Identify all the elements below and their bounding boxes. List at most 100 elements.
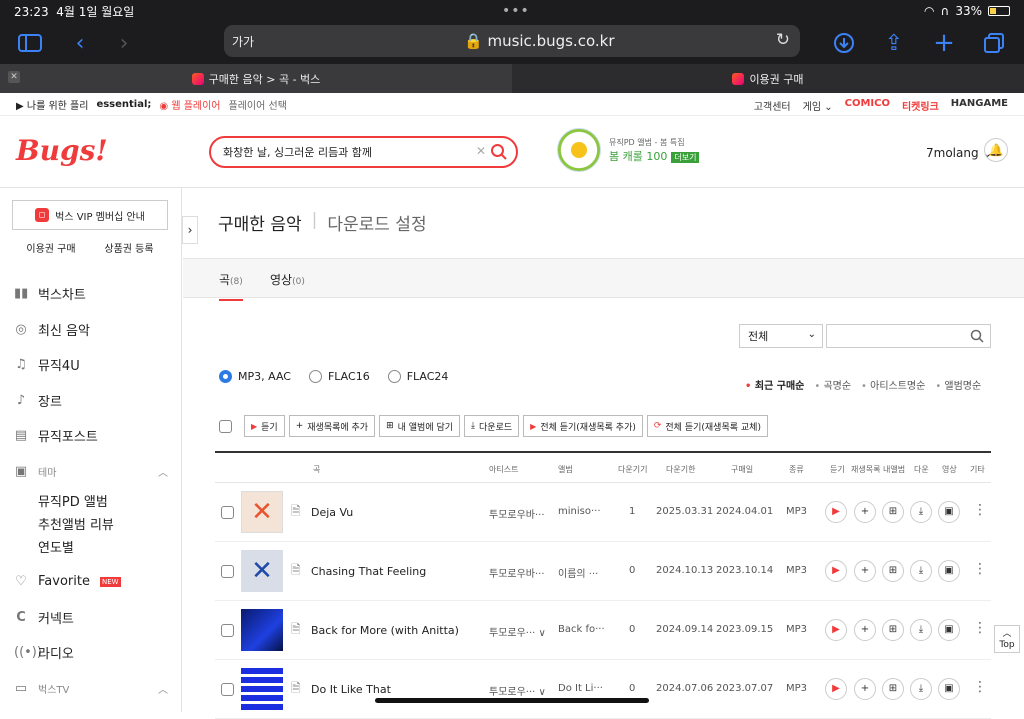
tab-videos[interactable]: 영상(0): [270, 271, 305, 288]
bell-icon[interactable]: 🔔: [984, 138, 1008, 162]
row-add-playlist-icon[interactable]: +: [854, 560, 876, 582]
game-menu[interactable]: 게임 ⌄: [803, 98, 833, 113]
table-row[interactable]: 🗎 Do It Like That 투모로우··· ∨ Do It Li··· …: [215, 660, 991, 719]
row-checkbox[interactable]: [221, 565, 234, 578]
add-to-my-album-button[interactable]: ⊞ 내 앨범에 담기: [379, 415, 461, 437]
more-options-icon[interactable]: ⋮: [973, 502, 987, 518]
more-options-icon[interactable]: ⋮: [973, 679, 987, 695]
sidebar-theme-by-year[interactable]: 연도별: [0, 535, 182, 558]
comico-link[interactable]: COMICO: [845, 98, 890, 113]
row-checkbox[interactable]: [221, 624, 234, 637]
song-title[interactable]: Back for More (with Anitta): [311, 624, 459, 637]
chevron-up-icon[interactable]: ︿: [158, 681, 168, 696]
sidebar-section-bugstv[interactable]: ▭ 벅스TV ︿: [0, 671, 182, 707]
sidebar-item-genre[interactable]: ♪ 장르: [0, 383, 182, 419]
tab-songs[interactable]: 곡(8): [219, 271, 243, 301]
sidebar-item-music4u[interactable]: ♫ 뮤직4U: [0, 347, 182, 383]
address-bar[interactable]: 가가 🔒 music.bugs.co.kr ↻: [224, 25, 800, 57]
lyrics-icon[interactable]: 🗎: [291, 502, 301, 523]
song-title[interactable]: Chasing That Feeling: [311, 565, 426, 578]
scroll-top-button[interactable]: ︿ Top: [994, 625, 1020, 653]
row-video-icon[interactable]: ▣: [938, 501, 960, 523]
search-box[interactable]: 화창한 날, 싱그러운 리듬과 함께 ✕: [209, 136, 518, 168]
row-download-icon[interactable]: ⤓: [910, 619, 932, 641]
sort-artist[interactable]: 아티스트명순: [861, 377, 925, 392]
lyrics-icon[interactable]: 🗎: [291, 561, 301, 582]
table-row[interactable]: 🗎 Back for More (with Anitta) 투모로우··· ∨ …: [215, 601, 991, 660]
home-indicator[interactable]: [375, 698, 649, 703]
gift-card-link[interactable]: 상품권 등록: [104, 240, 153, 255]
filter-search-input[interactable]: [826, 324, 991, 348]
tab-purchased-music[interactable]: ✕ 구매한 음악 > 곡 - 벅스: [0, 64, 512, 93]
chevron-up-icon[interactable]: ︿: [158, 464, 168, 479]
song-album[interactable]: 이름의 ···: [558, 565, 598, 580]
clear-icon[interactable]: ✕: [476, 144, 486, 158]
row-add-album-icon[interactable]: ⊞: [882, 501, 904, 523]
row-add-playlist-icon[interactable]: +: [854, 619, 876, 641]
sidebar-item-chart[interactable]: ▮▮ 벅스차트: [0, 276, 182, 312]
song-artist[interactable]: 투모로우··· ∨: [489, 624, 546, 639]
lyrics-icon[interactable]: 🗎: [291, 620, 301, 641]
song-album[interactable]: miniso···: [558, 506, 601, 517]
reload-icon[interactable]: ↻: [776, 30, 790, 50]
table-row[interactable]: ✕ 🗎 Chasing That Feeling 투모로우바··· 이름의 ··…: [215, 542, 991, 601]
row-play-icon[interactable]: ▶: [825, 619, 847, 641]
song-artist[interactable]: 투모로우바···: [489, 565, 545, 580]
row-add-album-icon[interactable]: ⊞: [882, 678, 904, 700]
select-all-checkbox[interactable]: [219, 419, 232, 433]
row-download-icon[interactable]: ⤓: [910, 678, 932, 700]
song-artist[interactable]: 투모로우··· ∨: [489, 683, 546, 698]
play-all-add-button[interactable]: ▶ 전체 듣기(재생목록 추가): [523, 415, 643, 437]
sidebar-item-radio[interactable]: ((•)) 라디오: [0, 635, 182, 671]
row-video-icon[interactable]: ▣: [938, 619, 960, 641]
radio-mp3[interactable]: MP3, AAC: [219, 370, 291, 383]
row-add-album-icon[interactable]: ⊞: [882, 619, 904, 641]
user-menu[interactable]: 7molang ⌄: [926, 146, 992, 160]
banner-more-button[interactable]: 더보기: [671, 151, 700, 163]
search-icon[interactable]: [490, 143, 508, 164]
row-play-icon[interactable]: ▶: [825, 560, 847, 582]
sidebar-icon[interactable]: [16, 29, 44, 57]
sort-album[interactable]: 앨범명순: [935, 377, 981, 392]
sidebar-item-favorite[interactable]: ♡ Favorite NEW: [0, 564, 182, 600]
sort-recent[interactable]: 최근 구매순: [745, 377, 804, 392]
song-artist[interactable]: 투모로우바···: [489, 506, 545, 521]
add-to-playlist-button[interactable]: + 재생목록에 추가: [288, 415, 376, 437]
tabs-icon[interactable]: [980, 29, 1008, 57]
more-options-icon[interactable]: ⋮: [973, 561, 987, 577]
hangame-link[interactable]: HANGAME: [951, 98, 1008, 113]
gnb-player-select[interactable]: 플레이어 선택: [229, 97, 287, 112]
row-download-icon[interactable]: ⤓: [910, 501, 932, 523]
row-video-icon[interactable]: ▣: [938, 678, 960, 700]
row-checkbox[interactable]: [221, 506, 234, 519]
album-art[interactable]: ✕: [241, 491, 283, 533]
gnb-web-player[interactable]: ◉ 웹 플레이어: [159, 97, 220, 112]
album-art[interactable]: [241, 609, 283, 651]
more-options-icon[interactable]: ⋮: [973, 620, 987, 636]
play-button[interactable]: ▶ 듣기: [244, 415, 285, 437]
album-art[interactable]: [241, 668, 283, 710]
sidebar-section-theme[interactable]: ▣ 테마 ︿: [0, 454, 182, 490]
radio-flac16[interactable]: FLAC16: [308, 370, 370, 383]
forward-icon[interactable]: ›: [110, 29, 138, 57]
row-checkbox[interactable]: [221, 683, 234, 696]
new-tab-icon[interactable]: +: [930, 28, 958, 58]
back-icon[interactable]: ‹: [66, 29, 94, 57]
song-album[interactable]: Back fo···: [558, 624, 605, 635]
customer-center-link[interactable]: 고객센터: [754, 98, 791, 113]
row-add-playlist-icon[interactable]: +: [854, 678, 876, 700]
row-play-icon[interactable]: ▶: [825, 501, 847, 523]
sidebar-theme-pd-album[interactable]: 뮤직PD 앨범: [0, 489, 182, 512]
row-video-icon[interactable]: ▣: [938, 560, 960, 582]
sort-title[interactable]: 곡명순: [814, 377, 851, 392]
download-icon[interactable]: [830, 29, 858, 57]
song-album[interactable]: Do It Li···: [558, 683, 603, 694]
gnb-essential[interactable]: essential;: [96, 99, 151, 110]
song-title[interactable]: Do It Like That: [311, 683, 391, 696]
search-input[interactable]: 화창한 날, 싱그러운 리듬과 함께: [223, 144, 372, 160]
play-all-replace-button[interactable]: ⟳ 전체 듣기(재생목록 교체): [646, 415, 768, 437]
download-settings-link[interactable]: 다운로드 설정: [327, 210, 426, 235]
radio-flac24[interactable]: FLAC24: [387, 370, 448, 383]
search-icon[interactable]: [970, 328, 984, 347]
album-art[interactable]: ✕: [241, 550, 283, 592]
